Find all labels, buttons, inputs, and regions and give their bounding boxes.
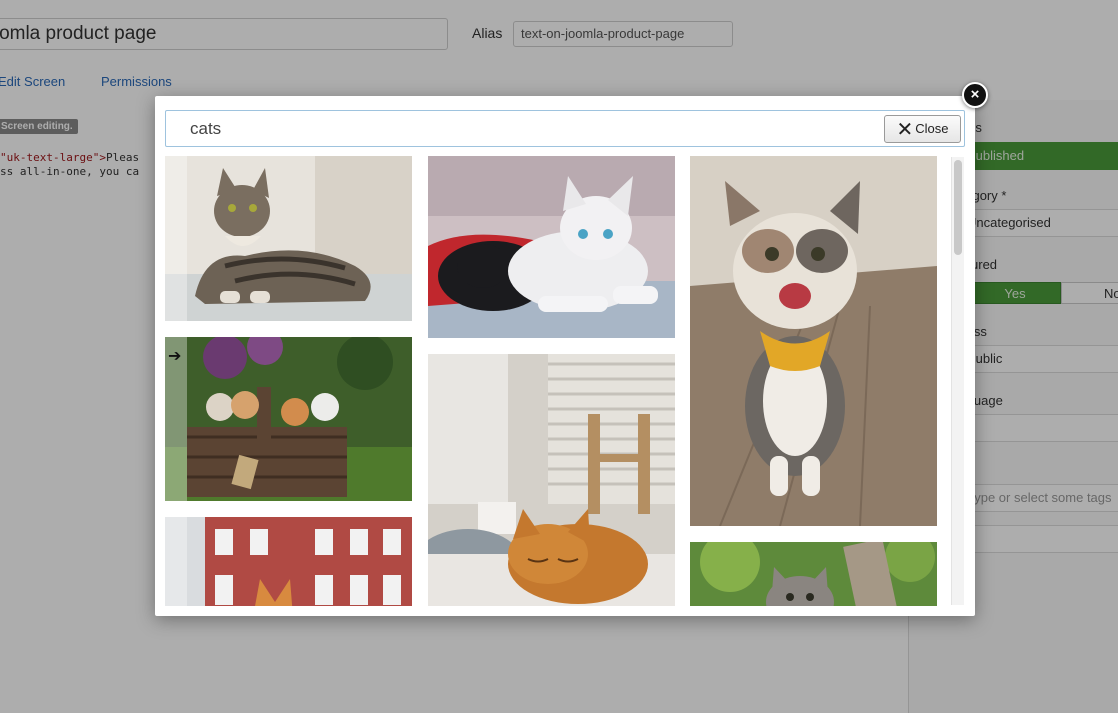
image-search-bar bbox=[165, 110, 965, 147]
close-button[interactable]: ✕ Close bbox=[884, 115, 961, 143]
image-result-kitten-in-tree[interactable] bbox=[690, 542, 937, 606]
image-result-kittens-in-basket[interactable] bbox=[165, 337, 412, 501]
arrow-right-icon: ➔ bbox=[168, 348, 182, 365]
image-result-sleeping-ginger-cat[interactable] bbox=[428, 354, 675, 606]
image-result-tabby-cat[interactable] bbox=[165, 156, 412, 321]
image-result-cat-brick-building[interactable] bbox=[165, 517, 412, 606]
close-button-label: Close bbox=[915, 121, 949, 136]
close-icon: ✕ bbox=[896, 119, 914, 141]
modal-close-circle-icon[interactable]: × bbox=[962, 82, 988, 108]
results-scrollbar-thumb[interactable] bbox=[954, 160, 962, 255]
results-left-strip bbox=[165, 155, 187, 606]
image-result-kittens-on-blanket[interactable] bbox=[428, 156, 675, 338]
image-result-smiling-cat[interactable] bbox=[690, 156, 937, 526]
image-results-grid bbox=[165, 155, 965, 606]
image-search-input[interactable] bbox=[190, 117, 870, 141]
